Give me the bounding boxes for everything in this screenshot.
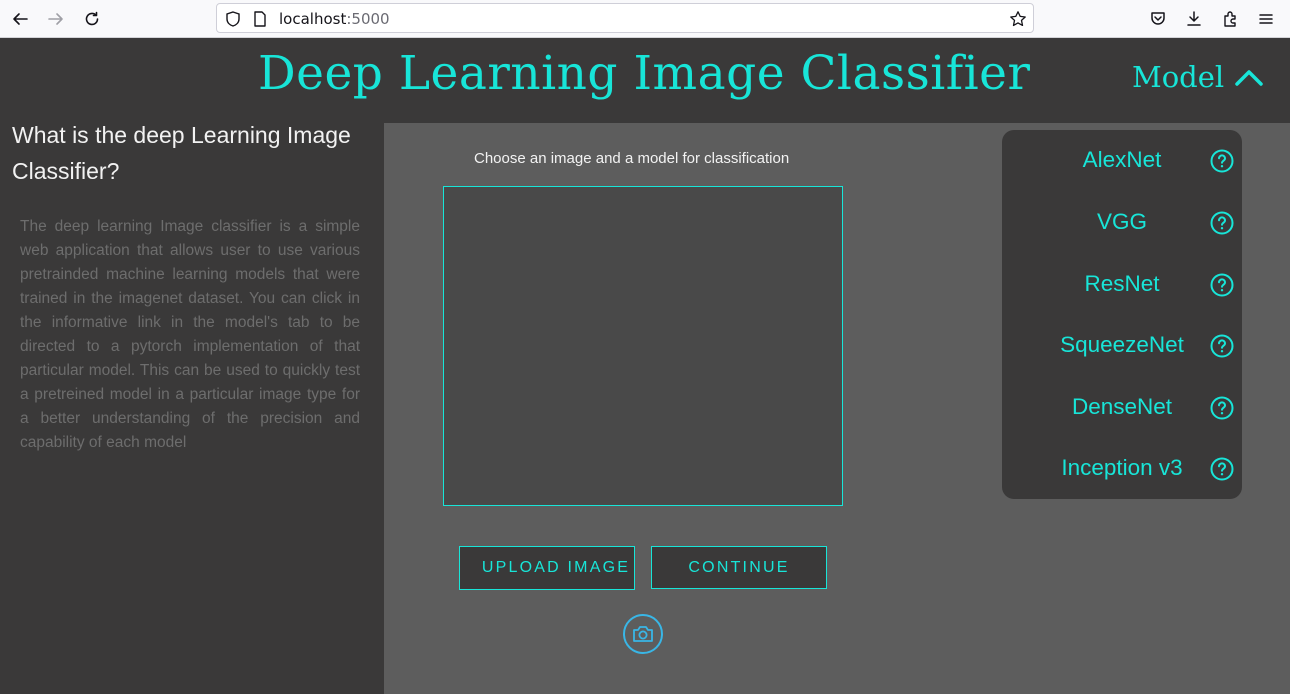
bookmark-star-icon[interactable] xyxy=(1009,10,1027,28)
camera-button[interactable] xyxy=(623,614,663,654)
url-text: localhost:5000 xyxy=(279,10,390,28)
shield-icon[interactable] xyxy=(224,10,242,28)
reload-icon[interactable] xyxy=(80,7,104,31)
info-heading: What is the deep Learning Image Classifi… xyxy=(12,122,351,184)
model-menu: AlexNet VGG ResNet SqueezeNet DenseNet I… xyxy=(1002,130,1242,499)
model-item-inception-v3[interactable]: Inception v3 xyxy=(1002,449,1242,489)
menu-icon[interactable] xyxy=(1254,7,1278,31)
model-name[interactable]: SqueezeNet xyxy=(1002,332,1242,358)
model-name[interactable]: ResNet xyxy=(1002,271,1242,297)
model-name[interactable]: DenseNet xyxy=(1002,394,1242,420)
help-icon[interactable] xyxy=(1210,457,1234,481)
pocket-icon[interactable] xyxy=(1146,7,1170,31)
model-name[interactable]: AlexNet xyxy=(1002,147,1242,173)
help-icon[interactable] xyxy=(1210,149,1234,173)
upload-image-button[interactable]: UPLOAD IMAGE xyxy=(459,546,635,590)
continue-button[interactable]: CONTINUE xyxy=(651,546,827,589)
model-name[interactable]: Inception v3 xyxy=(1002,455,1242,481)
extensions-icon[interactable] xyxy=(1218,7,1242,31)
model-item-squeezenet[interactable]: SqueezeNet xyxy=(1002,326,1242,366)
help-icon[interactable] xyxy=(1210,334,1234,358)
camera-icon xyxy=(632,624,654,644)
page-title: Deep Learning Image Classifier xyxy=(258,46,1031,101)
model-item-vgg[interactable]: VGG xyxy=(1002,203,1242,243)
instruction-text: Choose an image and a model for classifi… xyxy=(474,150,790,167)
browser-toolbar: localhost:5000 xyxy=(0,0,1290,38)
back-icon[interactable] xyxy=(8,7,32,31)
help-icon[interactable] xyxy=(1210,273,1234,297)
page-info-icon[interactable] xyxy=(251,10,269,28)
model-item-resnet[interactable]: ResNet xyxy=(1002,265,1242,305)
model-toggle-label: Model xyxy=(1132,60,1225,94)
model-name[interactable]: VGG xyxy=(1002,209,1242,235)
forward-icon[interactable] xyxy=(44,7,68,31)
url-bar[interactable]: localhost:5000 xyxy=(216,3,1034,33)
info-description: The deep learning Image classifier is a … xyxy=(20,218,360,451)
model-menu-toggle[interactable]: Model xyxy=(1132,60,1264,94)
chevron-up-icon xyxy=(1234,67,1264,87)
image-preview-area[interactable] xyxy=(443,186,843,506)
model-item-alexnet[interactable]: AlexNet xyxy=(1002,141,1242,181)
model-item-densenet[interactable]: DenseNet xyxy=(1002,388,1242,428)
downloads-icon[interactable] xyxy=(1182,7,1206,31)
help-icon[interactable] xyxy=(1210,211,1234,235)
help-icon[interactable] xyxy=(1210,396,1234,420)
